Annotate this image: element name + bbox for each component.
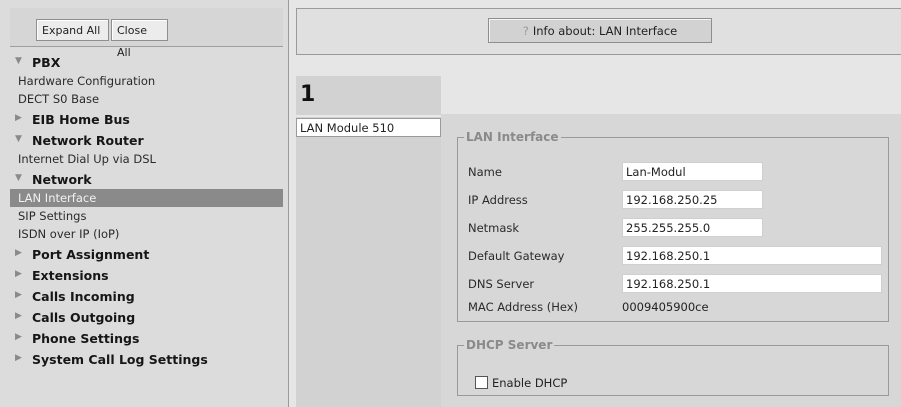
lan-interface-group: LAN Interface Name Lan-Modul IP Address … bbox=[457, 130, 889, 322]
ip-address-label: IP Address bbox=[468, 193, 528, 207]
name-field[interactable]: Lan-Modul bbox=[622, 162, 763, 181]
tree-item-sip-settings[interactable]: SIP Settings bbox=[0, 207, 288, 225]
mac-address-row: MAC Address (Hex) 0009405900ce bbox=[458, 296, 888, 318]
help-icon: ? bbox=[522, 24, 529, 38]
navigation-tree: ▼ PBX Hardware Configuration DECT S0 Bas… bbox=[0, 51, 288, 369]
expand-all-button[interactable]: Expand All bbox=[36, 19, 109, 41]
settings-panel: LAN Interface Name Lan-Modul IP Address … bbox=[441, 114, 901, 407]
name-label: Name bbox=[468, 165, 502, 179]
tree-node-pbx[interactable]: ▼ PBX bbox=[0, 51, 288, 72]
module-list-item[interactable]: LAN Module 510 bbox=[296, 118, 441, 137]
module-separator bbox=[296, 115, 441, 117]
triangle-down-icon: ▼ bbox=[15, 173, 22, 183]
tree-node-label: Extensions bbox=[32, 268, 109, 283]
name-row: Name Lan-Modul bbox=[458, 161, 888, 183]
triangle-down-icon: ▼ bbox=[15, 56, 22, 66]
triangle-down-icon: ▼ bbox=[15, 134, 22, 144]
tree-node-system-call-log-settings[interactable]: ▶ System Call Log Settings bbox=[0, 348, 288, 369]
dns-server-row: DNS Server 192.168.250.1 bbox=[458, 273, 888, 295]
default-gateway-label: Default Gateway bbox=[468, 249, 565, 263]
module-column: 1 LAN Module 510 bbox=[296, 76, 441, 407]
close-all-button[interactable]: Close All bbox=[111, 19, 168, 59]
tree-item-isdn-over-ip[interactable]: ISDN over IP (IoP) bbox=[0, 225, 288, 243]
tree-item-hardware-configuration[interactable]: Hardware Configuration bbox=[0, 72, 288, 90]
module-number: 1 bbox=[300, 82, 316, 107]
default-gateway-row: Default Gateway 192.168.250.1 bbox=[458, 245, 888, 267]
netmask-label: Netmask bbox=[468, 221, 520, 235]
tree-node-label: EIB Home Bus bbox=[32, 112, 130, 127]
enable-dhcp-option[interactable]: Enable DHCP bbox=[475, 376, 567, 390]
triangle-right-icon: ▶ bbox=[15, 332, 22, 342]
tree-node-label: PBX bbox=[32, 55, 61, 70]
tree-node-calls-outgoing[interactable]: ▶ Calls Outgoing bbox=[0, 306, 288, 327]
ip-address-row: IP Address 192.168.250.25 bbox=[458, 189, 888, 211]
dhcp-server-legend: DHCP Server bbox=[466, 338, 553, 352]
dns-server-label: DNS Server bbox=[468, 277, 535, 291]
tree-node-extensions[interactable]: ▶ Extensions bbox=[0, 264, 288, 285]
tree-item-internet-dial-up[interactable]: Internet Dial Up via DSL bbox=[0, 150, 288, 168]
tree-node-network[interactable]: ▼ Network bbox=[0, 168, 288, 189]
enable-dhcp-label: Enable DHCP bbox=[492, 376, 568, 390]
tree-node-label: Calls Outgoing bbox=[32, 310, 136, 325]
tree-node-label: Network Router bbox=[32, 133, 144, 148]
tree-node-port-assignment[interactable]: ▶ Port Assignment bbox=[0, 243, 288, 264]
tree-item-lan-interface[interactable]: LAN Interface bbox=[10, 189, 283, 207]
tree-node-phone-settings[interactable]: ▶ Phone Settings bbox=[0, 327, 288, 348]
tree-node-label: Network bbox=[32, 172, 92, 187]
mac-address-label: MAC Address (Hex) bbox=[468, 300, 579, 314]
info-bar: ? Info about: LAN Interface bbox=[296, 8, 901, 55]
triangle-right-icon: ▶ bbox=[15, 248, 22, 258]
triangle-right-icon: ▶ bbox=[15, 353, 22, 363]
tree-node-network-router[interactable]: ▼ Network Router bbox=[0, 129, 288, 150]
sidebar-toolbar: Expand All Close All bbox=[10, 8, 283, 59]
tree-node-calls-incoming[interactable]: ▶ Calls Incoming bbox=[0, 285, 288, 306]
tree-item-dect-s0-base[interactable]: DECT S0 Base bbox=[0, 90, 288, 108]
info-button-label: Info about: LAN Interface bbox=[532, 24, 678, 38]
triangle-right-icon: ▶ bbox=[15, 269, 22, 279]
dhcp-server-group: DHCP Server Enable DHCP bbox=[457, 338, 889, 396]
enable-dhcp-checkbox[interactable] bbox=[475, 376, 488, 389]
triangle-right-icon: ▶ bbox=[15, 113, 22, 123]
triangle-right-icon: ▶ bbox=[15, 290, 22, 300]
tree-node-eib-home-bus[interactable]: ▶ EIB Home Bus bbox=[0, 108, 288, 129]
ip-address-field[interactable]: 192.168.250.25 bbox=[622, 190, 763, 209]
triangle-right-icon: ▶ bbox=[15, 311, 22, 321]
sidebar: Expand All Close All ▼ PBX Hardware Conf… bbox=[0, 0, 289, 407]
tree-node-label: Port Assignment bbox=[32, 247, 150, 262]
tree-node-label: Calls Incoming bbox=[32, 289, 135, 304]
default-gateway-field[interactable]: 192.168.250.1 bbox=[622, 246, 882, 265]
tree-node-label: System Call Log Settings bbox=[32, 352, 208, 367]
lan-interface-legend: LAN Interface bbox=[466, 130, 559, 144]
dns-server-field[interactable]: 192.168.250.1 bbox=[622, 274, 882, 293]
netmask-field[interactable]: 255.255.255.0 bbox=[622, 218, 763, 237]
tree-node-label: Phone Settings bbox=[32, 331, 140, 346]
netmask-row: Netmask 255.255.255.0 bbox=[458, 217, 888, 239]
mac-address-value: 0009405900ce bbox=[622, 300, 709, 314]
info-button[interactable]: ? Info about: LAN Interface bbox=[488, 18, 712, 43]
